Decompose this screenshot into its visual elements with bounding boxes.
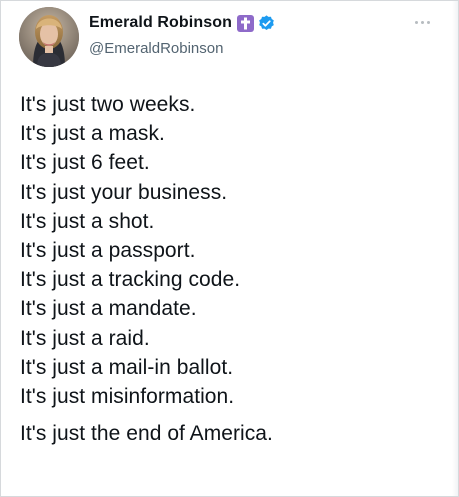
tweet-card: Emerald Robinson @EmeraldRobinson It's j…: [0, 0, 459, 497]
tweet-line: It's just a mail-in ballot.: [20, 355, 234, 379]
tweet-line: It's just 6 feet.: [20, 151, 150, 175]
tweet-line: It's just a mask.: [20, 122, 165, 146]
tweet-line: It's just a mandate.: [20, 297, 197, 321]
verified-badge-icon: [257, 14, 276, 33]
tweet-line: It's just a raid.: [20, 326, 150, 350]
more-options-button[interactable]: [412, 15, 432, 29]
tweet-text: It's just two weeks. It's just a mask. I…: [20, 90, 440, 449]
avatar-image: [19, 7, 79, 67]
avatar[interactable]: [19, 7, 79, 67]
tweet-final-line: It's just the end of America.: [20, 422, 273, 446]
name-row: Emerald Robinson: [89, 12, 409, 34]
cross-icon: [236, 14, 254, 32]
tweet-line: It's just a shot.: [20, 209, 155, 233]
account-info: Emerald Robinson @EmeraldRobinson: [89, 12, 409, 62]
tweet-line: It's just a tracking code.: [20, 268, 241, 292]
tweet-line: It's just misinformation.: [20, 384, 235, 408]
more-options-icon: [414, 20, 430, 24]
account-handle[interactable]: @EmeraldRobinson: [89, 38, 409, 60]
card-edge-shadow: [452, 1, 458, 496]
tweet-header: Emerald Robinson @EmeraldRobinson: [19, 7, 440, 67]
tweet-line: It's just a passport.: [20, 238, 196, 262]
display-name[interactable]: Emerald Robinson: [89, 14, 232, 32]
tweet-line: It's just your business.: [20, 180, 228, 204]
tweet-line: It's just two weeks.: [20, 93, 196, 116]
